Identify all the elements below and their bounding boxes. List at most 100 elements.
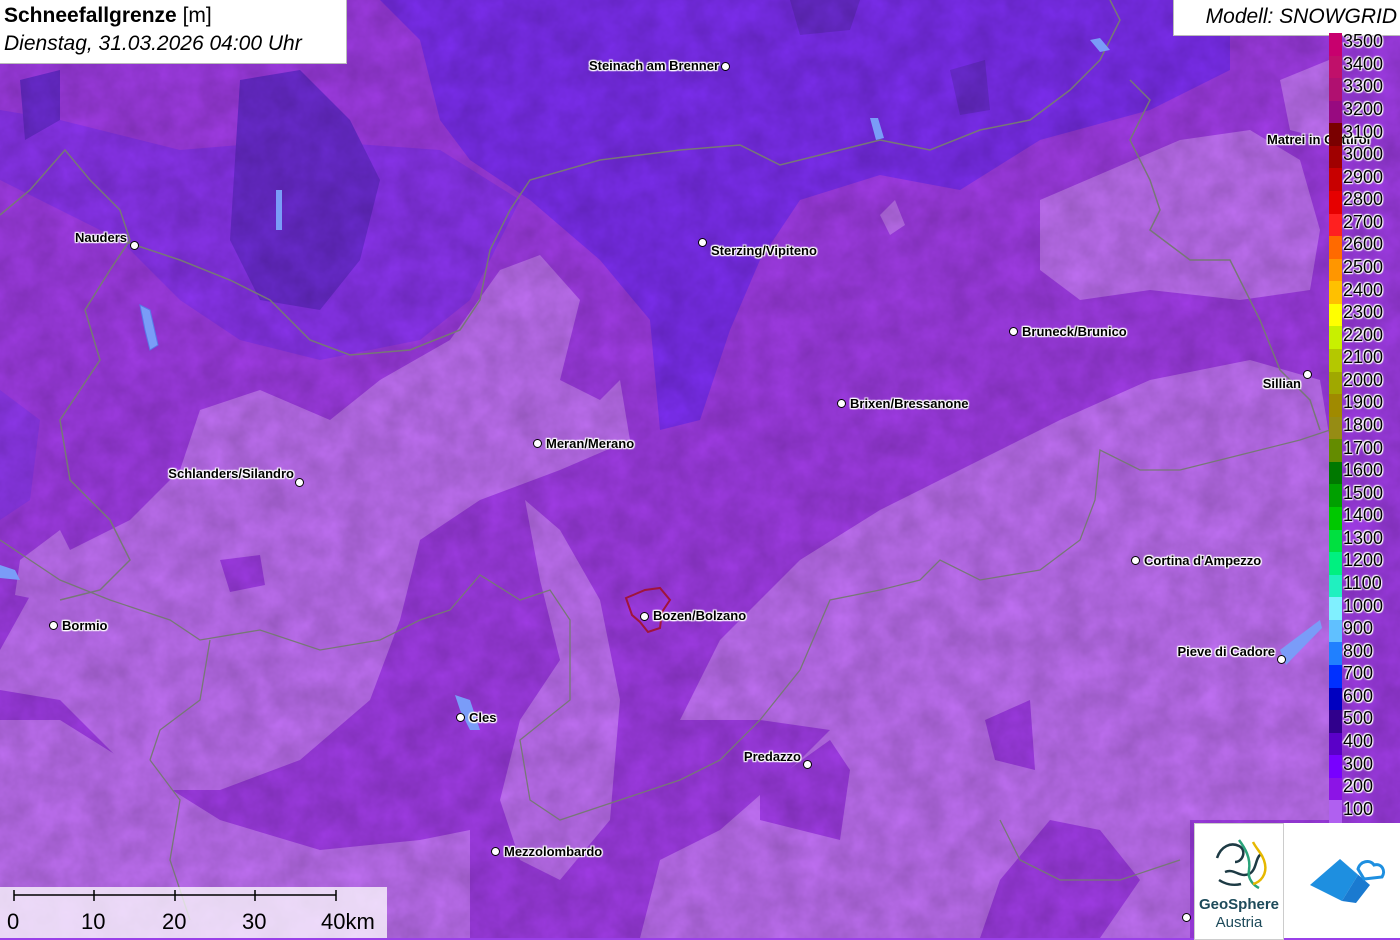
city-dot[interactable]	[491, 847, 500, 856]
legend-swatch	[1329, 777, 1342, 801]
legend-swatch	[1329, 326, 1342, 350]
legend-label: 400	[1343, 731, 1374, 751]
scale-label-30: 30	[242, 909, 267, 934]
city-label[interactable]: Brixen/Bressanone	[850, 396, 969, 411]
legend-label: 200	[1343, 776, 1374, 797]
legend-label: 1000	[1343, 595, 1384, 616]
legend-swatch	[1329, 191, 1342, 215]
scale-label-10: 10	[81, 909, 106, 934]
weather-app-logo[interactable]	[1284, 823, 1400, 938]
city-dot[interactable]	[1131, 556, 1140, 565]
legend-swatch	[1329, 168, 1342, 192]
geosphere-logo-subtext: Austria	[1215, 914, 1263, 931]
legend-label: 800	[1343, 640, 1374, 661]
city-label[interactable]: Nauders	[75, 230, 127, 245]
scale-label-40km: 40km	[321, 909, 375, 934]
geosphere-emblem-icon	[1215, 839, 1267, 890]
city-label[interactable]: Cles	[469, 710, 496, 725]
legend-swatch	[1329, 394, 1342, 418]
city-label[interactable]: Sillian	[1263, 376, 1301, 391]
legend-swatch	[1329, 507, 1342, 531]
legend-label: 500	[1343, 708, 1374, 729]
legend-label: 1600	[1343, 460, 1384, 481]
legend-swatch	[1329, 665, 1342, 689]
city-dot[interactable]	[640, 612, 649, 621]
legend-swatch	[1329, 552, 1342, 576]
city-label[interactable]: Sterzing/Vipiteno	[711, 243, 817, 258]
legend-label: 2900	[1343, 166, 1384, 187]
legend-label: 3500	[1343, 31, 1384, 52]
city-dot[interactable]	[1277, 655, 1286, 664]
legend-label: 600	[1343, 685, 1374, 706]
legend-swatch	[1329, 529, 1342, 553]
legend-label: 1500	[1343, 482, 1384, 503]
city-dot[interactable]	[803, 760, 812, 769]
legend-swatch	[1329, 732, 1342, 756]
city-dot[interactable]	[456, 713, 465, 722]
legend-swatch	[1329, 597, 1342, 621]
legend-label: 3200	[1343, 99, 1384, 119]
city-dot[interactable]	[1182, 913, 1191, 922]
legend-swatch	[1329, 33, 1342, 57]
legend-label: 1700	[1343, 437, 1384, 458]
city-label[interactable]: Mezzolombardo	[504, 844, 602, 859]
legend-label: 1800	[1343, 415, 1384, 435]
legend-label: 2700	[1343, 211, 1384, 232]
legend-swatch	[1329, 800, 1342, 824]
color-legend: 3500 3400 3300 3200 3100 3000 2900 2800 2700 2600…	[1329, 31, 1400, 824]
map-title: Schneefallgrenze [m]	[4, 4, 212, 27]
legend-label: 2100	[1343, 347, 1384, 368]
geosphere-austria-logo[interactable]: GeoSphere Austria	[1194, 823, 1284, 940]
legend-label: 2800	[1343, 189, 1384, 210]
legend-swatch	[1329, 687, 1342, 711]
legend-label: 2500	[1343, 257, 1384, 277]
legend-label: 1300	[1343, 527, 1384, 548]
city-dot[interactable]	[1009, 327, 1018, 336]
city-dot[interactable]	[698, 238, 707, 247]
legend-label: 3400	[1343, 53, 1384, 74]
city-label[interactable]: Bormio	[62, 618, 108, 633]
mountain-cloud-icon	[1310, 859, 1386, 903]
city-label[interactable]: Schlanders/Silandro	[168, 466, 294, 481]
city-label[interactable]: Bruneck/Brunico	[1022, 324, 1127, 339]
legend-swatch	[1329, 303, 1342, 327]
legend-swatch	[1329, 439, 1342, 463]
legend-label: 1200	[1343, 550, 1384, 571]
legend-swatch	[1329, 349, 1342, 373]
geosphere-logo-text: GeoSphere	[1198, 896, 1280, 913]
legend-label: 1100	[1343, 573, 1382, 593]
legend-swatch	[1329, 55, 1342, 79]
legend-swatch	[1329, 484, 1342, 508]
lake-north-1	[276, 190, 282, 230]
city-dot[interactable]	[295, 478, 304, 487]
legend-swatch	[1329, 416, 1342, 440]
model-label: Modell: SNOWGRID	[1205, 5, 1397, 28]
city-dot[interactable]	[1303, 370, 1312, 379]
map-title-box: Schneefallgrenze [m] Dienstag, 31.03.202…	[0, 0, 347, 64]
legend-swatch	[1329, 461, 1342, 485]
city-label[interactable]: Pieve di Cadore	[1177, 644, 1275, 659]
legend-swatch	[1329, 755, 1342, 779]
city-dot[interactable]	[837, 399, 846, 408]
city-label[interactable]: Meran/Merano	[546, 436, 634, 451]
legend-label: 3300	[1343, 76, 1384, 97]
legend-swatch	[1329, 258, 1342, 282]
city-dot[interactable]	[49, 621, 58, 630]
legend-label: 300	[1343, 753, 1374, 774]
legend-label: 700	[1343, 663, 1374, 684]
city-dot[interactable]	[533, 439, 542, 448]
scale-label-0: 0	[7, 909, 20, 934]
city-label[interactable]: Bozen/Bolzano	[653, 608, 746, 623]
legend-swatch	[1329, 145, 1342, 169]
city-label[interactable]: Predazzo	[744, 749, 801, 764]
legend-label: 2000	[1343, 369, 1384, 390]
legend-label: 2400	[1343, 279, 1384, 300]
city-label[interactable]: Cortina d'Ampezzo	[1144, 553, 1261, 568]
legend-label: 100	[1343, 798, 1374, 819]
city-dot[interactable]	[721, 62, 730, 71]
legend-swatch	[1329, 710, 1342, 734]
city-label[interactable]: Steinach am Brenner	[589, 58, 719, 73]
legend-swatch	[1329, 123, 1342, 147]
city-dot[interactable]	[130, 241, 139, 250]
legend-label: 1400	[1343, 505, 1384, 526]
